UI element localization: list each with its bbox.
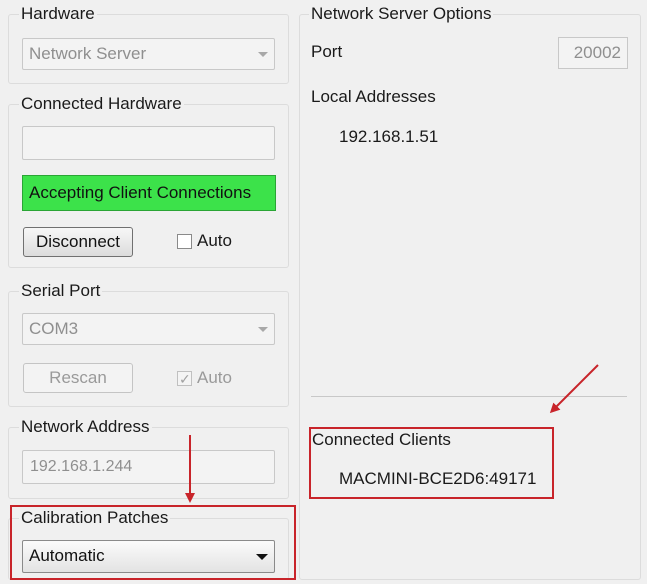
network-server-settings-panel: Hardware Network Server Connected Hardwa… xyxy=(0,0,647,584)
arrow-to-connected-clients xyxy=(549,364,599,414)
annotation-arrows xyxy=(185,364,599,503)
